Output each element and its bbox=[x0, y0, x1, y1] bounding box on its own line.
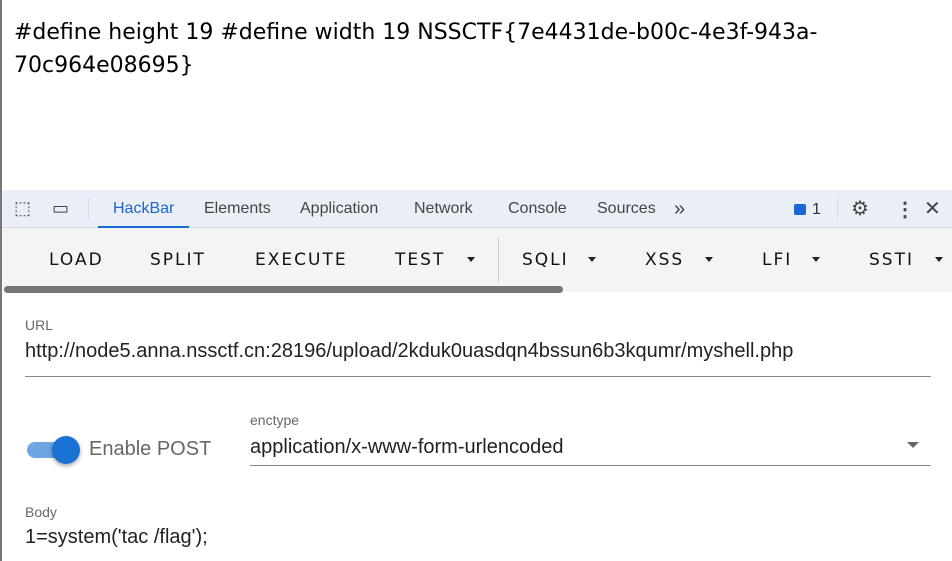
devtools-tabbar: ⬚ ▭ HackBar Elements Application Network… bbox=[2, 190, 952, 228]
enctype-select[interactable]: application/x-www-form-urlencoded bbox=[250, 436, 563, 459]
enctype-label: enctype bbox=[250, 412, 300, 428]
chevron-down-icon[interactable] bbox=[935, 257, 943, 262]
issues-icon[interactable] bbox=[794, 204, 806, 215]
horizontal-scrollbar[interactable] bbox=[4, 286, 563, 293]
enctype-underline bbox=[250, 465, 931, 466]
tab-sources[interactable]: Sources bbox=[597, 190, 656, 228]
chevron-down-icon[interactable] bbox=[467, 257, 475, 262]
chevron-down-icon[interactable] bbox=[705, 257, 713, 262]
ssti-button[interactable]: SSTI bbox=[869, 250, 914, 270]
hackbar-toolbar: LOAD SPLIT EXECUTE TEST SQLI XSS LFI SST… bbox=[2, 228, 952, 292]
xss-button[interactable]: XSS bbox=[645, 250, 684, 270]
lfi-button[interactable]: LFI bbox=[762, 250, 792, 270]
tab-console[interactable]: Console bbox=[508, 190, 567, 228]
divider bbox=[88, 198, 89, 220]
settings-gear-icon[interactable]: ⚙ bbox=[851, 196, 869, 221]
divider bbox=[837, 198, 838, 220]
page-content: #define height 19 #define width 19 NSSCT… bbox=[14, 20, 818, 78]
sqli-button[interactable]: SQLI bbox=[522, 250, 569, 270]
body-label: Body bbox=[25, 504, 57, 520]
more-options-icon[interactable]: ⋮ bbox=[895, 197, 915, 222]
inspect-element-icon[interactable]: ⬚ bbox=[14, 198, 31, 219]
close-icon[interactable]: ✕ bbox=[924, 196, 941, 221]
url-input[interactable]: http://node5.anna.nssctf.cn:28196/upload… bbox=[25, 340, 793, 363]
load-button[interactable]: LOAD bbox=[49, 250, 104, 270]
test-button[interactable]: TEST bbox=[395, 250, 445, 270]
url-label: URL bbox=[25, 317, 54, 333]
device-toolbar-icon[interactable]: ▭ bbox=[52, 198, 69, 219]
more-tabs-icon[interactable]: » bbox=[674, 190, 685, 228]
toggle-knob[interactable] bbox=[52, 436, 80, 464]
split-button[interactable]: SPLIT bbox=[150, 250, 206, 270]
divider bbox=[498, 238, 499, 282]
execute-button[interactable]: EXECUTE bbox=[255, 250, 348, 270]
enable-post-label: Enable POST bbox=[89, 438, 212, 460]
tab-elements[interactable]: Elements bbox=[204, 190, 271, 228]
issues-count[interactable]: 1 bbox=[812, 201, 821, 219]
tab-network[interactable]: Network bbox=[414, 190, 473, 228]
chevron-down-icon[interactable] bbox=[907, 442, 919, 448]
body-input[interactable]: 1=system('tac /flag'); bbox=[25, 526, 208, 549]
url-underline bbox=[25, 376, 931, 377]
chevron-down-icon[interactable] bbox=[812, 257, 820, 262]
chevron-down-icon[interactable] bbox=[588, 257, 596, 262]
tab-application[interactable]: Application bbox=[300, 190, 378, 228]
tab-hackbar[interactable]: HackBar bbox=[98, 190, 190, 228]
